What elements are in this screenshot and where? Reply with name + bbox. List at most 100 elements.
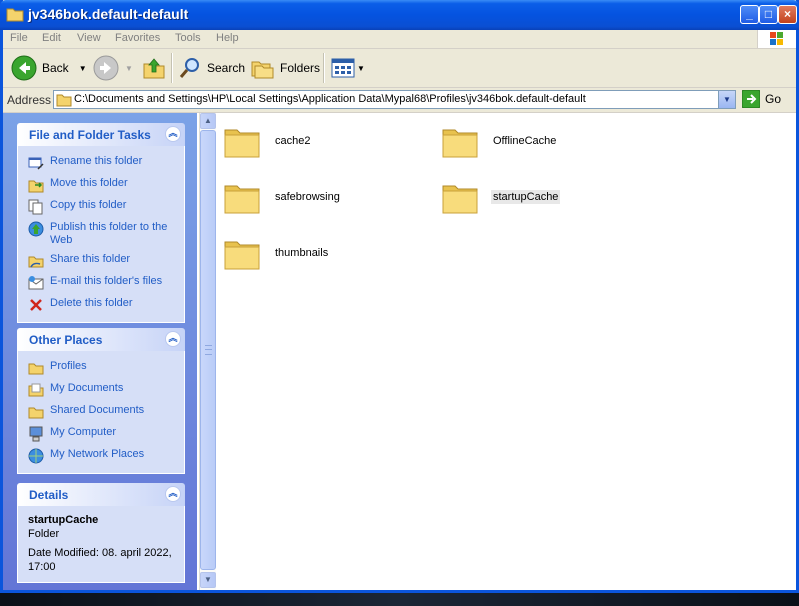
menu-bar: File Edit View Favorites Tools Help	[3, 30, 796, 49]
panel-title: Other Places	[29, 333, 103, 347]
details-body: startupCache Folder Date Modified: 08. a…	[17, 506, 185, 583]
email-icon	[28, 276, 44, 290]
my-documents-icon	[28, 383, 44, 397]
folder-icon	[6, 8, 24, 22]
file-list: cache2 OfflineCache safebrowsing startup…	[215, 113, 796, 590]
folder-icon	[224, 129, 260, 158]
task-move-folder[interactable]: Move this folder	[18, 174, 184, 196]
go-label: Go	[765, 92, 782, 106]
main-content: File and Folder Tasks ︽ Rename this fold…	[3, 113, 796, 590]
folder-icon	[224, 185, 260, 214]
collapse-chevron-icon[interactable]: ︽	[165, 486, 181, 502]
menu-file[interactable]: File	[10, 32, 28, 44]
copy-icon	[28, 199, 43, 215]
folders-icon	[251, 61, 274, 79]
folder-name: OfflineCache	[493, 135, 557, 147]
vertical-scrollbar[interactable]: ▲ ▼	[199, 113, 216, 590]
toolbar-separator	[171, 53, 173, 83]
up-folder-icon	[143, 58, 165, 79]
file-folder-tasks-header[interactable]: File and Folder Tasks ︽	[17, 123, 185, 146]
scroll-down-button[interactable]: ▼	[200, 572, 216, 588]
task-email-files[interactable]: E-mail this folder's files	[18, 272, 184, 294]
search-icon	[179, 58, 199, 78]
folder-item-startupcache[interactable]: startupCache	[441, 177, 561, 217]
task-pane: File and Folder Tasks ︽ Rename this fold…	[3, 113, 197, 590]
folder-icon	[442, 185, 478, 214]
maximize-button[interactable]: □	[759, 5, 778, 24]
address-label: Address	[7, 93, 52, 107]
toolbar-separator	[323, 53, 325, 83]
collapse-chevron-icon[interactable]: ︽	[165, 126, 181, 142]
folder-icon	[224, 241, 260, 270]
chevron-down-icon[interactable]: ▼	[79, 64, 87, 73]
folder-name: startupCache	[491, 190, 561, 204]
other-places-body: Profiles My Documents Shared Documents M…	[17, 351, 185, 474]
folder-icon	[442, 129, 478, 158]
forward-button[interactable]: ▼	[93, 53, 133, 83]
details-modified: Date Modified: 08. april 2022, 17:00	[28, 547, 172, 573]
folder-icon	[56, 94, 72, 107]
details-name: startupCache	[28, 514, 99, 526]
network-places-icon	[28, 448, 44, 464]
place-shared-documents[interactable]: Shared Documents	[18, 401, 184, 423]
menu-tools[interactable]: Tools	[175, 32, 201, 44]
scroll-up-button[interactable]: ▲	[200, 113, 216, 129]
go-arrow-icon	[742, 90, 760, 108]
details-header[interactable]: Details ︽	[17, 483, 185, 506]
place-profiles[interactable]: Profiles	[18, 357, 184, 379]
task-copy-folder[interactable]: Copy this folder	[18, 196, 184, 218]
shared-documents-icon	[28, 407, 44, 419]
details-panel: Details ︽ startupCache Folder Date Modif…	[17, 483, 185, 583]
publish-web-icon	[28, 221, 44, 237]
chevron-down-icon[interactable]: ▼	[125, 64, 133, 73]
menu-help[interactable]: Help	[216, 32, 239, 44]
up-folder-button[interactable]	[142, 53, 166, 83]
menu-view[interactable]: View	[77, 32, 101, 44]
window-title: jv346bok.default-default	[28, 6, 189, 22]
task-publish-folder[interactable]: Publish this folder to the Web	[18, 218, 184, 250]
desktop-background	[0, 593, 799, 606]
collapse-chevron-icon[interactable]: ︽	[165, 331, 181, 347]
move-icon	[28, 180, 44, 193]
explorer-window: jv346bok.default-default _ □ × File Edit…	[0, 0, 799, 593]
scroll-thumb[interactable]	[200, 130, 216, 570]
folder-item-safebrowsing[interactable]: safebrowsing	[223, 177, 342, 217]
menu-edit[interactable]: Edit	[42, 32, 61, 44]
folder-item-thumbnails[interactable]: thumbnails	[223, 233, 330, 273]
address-dropdown-button[interactable]: ▼	[718, 91, 735, 108]
back-arrow-icon	[11, 55, 37, 81]
task-rename-folder[interactable]: Rename this folder	[18, 152, 184, 174]
back-button[interactable]: Back ▼	[11, 53, 87, 83]
place-my-computer[interactable]: My Computer	[18, 423, 184, 445]
search-button[interactable]: Search	[178, 53, 245, 83]
go-button[interactable]: Go	[742, 90, 781, 108]
folder-item-cache2[interactable]: cache2	[223, 121, 312, 161]
file-folder-tasks-body: Rename this folder Move this folder Copy…	[17, 146, 185, 323]
other-places-header[interactable]: Other Places ︽	[17, 328, 185, 351]
chevron-down-icon[interactable]: ▼	[357, 64, 365, 73]
search-label: Search	[207, 61, 246, 75]
folders-label: Folders	[280, 61, 321, 75]
windows-logo-icon	[757, 30, 796, 48]
address-path: C:\Documents and Settings\HP\Local Setti…	[74, 93, 586, 105]
close-button[interactable]: ×	[778, 5, 797, 24]
folder-icon	[28, 363, 44, 375]
task-delete-folder[interactable]: Delete this folder	[18, 294, 184, 316]
share-icon	[28, 256, 44, 268]
address-bar: Address C:\Documents and Settings\HP\Loc…	[3, 88, 796, 113]
place-my-documents[interactable]: My Documents	[18, 379, 184, 401]
task-share-folder[interactable]: Share this folder	[18, 250, 184, 272]
delete-icon	[30, 299, 42, 311]
folder-item-offlinecache[interactable]: OfflineCache	[441, 121, 558, 161]
title-bar[interactable]: jv346bok.default-default _ □ ×	[0, 0, 799, 30]
views-button[interactable]: ▼	[331, 53, 365, 83]
minimize-button[interactable]: _	[740, 5, 759, 24]
folder-name: thumbnails	[275, 247, 329, 259]
views-icon	[331, 58, 355, 78]
place-my-network-places[interactable]: My Network Places	[18, 445, 184, 467]
panel-title: File and Folder Tasks	[29, 128, 151, 142]
folder-name: cache2	[275, 135, 311, 147]
menu-favorites[interactable]: Favorites	[115, 32, 160, 44]
address-input[interactable]: C:\Documents and Settings\HP\Local Setti…	[53, 90, 736, 109]
folders-button[interactable]: Folders	[251, 53, 320, 83]
